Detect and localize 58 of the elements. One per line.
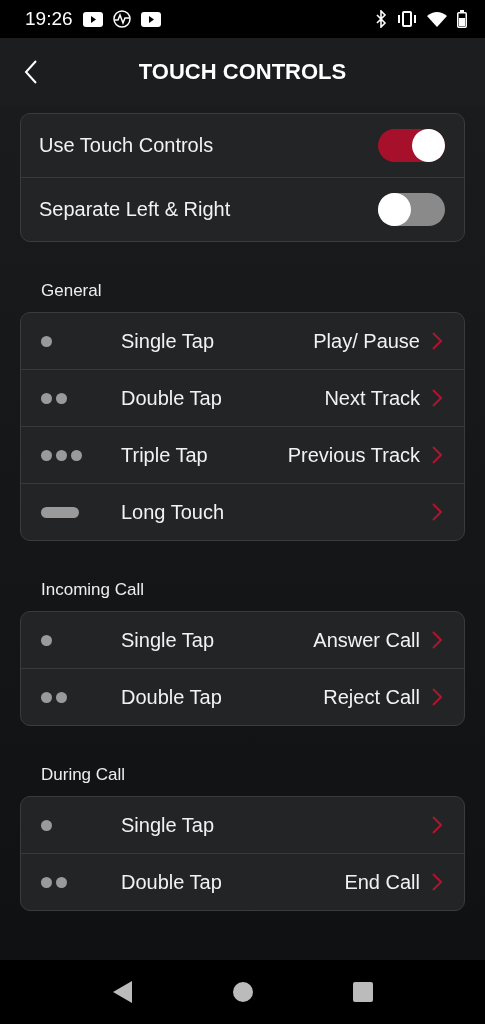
dots-icon bbox=[41, 392, 67, 404]
gesture-row[interactable]: Long Touch bbox=[21, 483, 464, 540]
dot-icon bbox=[41, 335, 52, 347]
long-press-icon bbox=[41, 506, 79, 518]
action-value: Play/ Pause bbox=[313, 329, 420, 353]
dots-icon bbox=[41, 691, 67, 703]
wifi-icon bbox=[427, 11, 447, 27]
setting-label: Separate Left & Right bbox=[39, 198, 232, 221]
play-icon bbox=[140, 11, 161, 27]
toggle-switch[interactable] bbox=[378, 193, 445, 226]
gesture-label: Double Tap bbox=[121, 685, 223, 709]
chevron-right-icon bbox=[432, 332, 442, 350]
chevron-right-icon bbox=[432, 873, 442, 891]
bluetooth-icon bbox=[375, 10, 387, 28]
gesture-row[interactable]: Double Tap End Call bbox=[21, 853, 464, 910]
action-value: Previous Track bbox=[287, 443, 420, 467]
home-nav-icon[interactable] bbox=[232, 982, 253, 1002]
gesture-label: Single Tap bbox=[121, 813, 216, 837]
gesture-row[interactable]: Triple Tap Previous Track bbox=[21, 426, 464, 483]
back-nav-icon[interactable] bbox=[112, 981, 133, 1003]
action-value: Reject Call bbox=[323, 685, 420, 709]
battery-icon bbox=[457, 10, 467, 28]
recents-nav-icon[interactable] bbox=[352, 982, 373, 1002]
dot-icon bbox=[41, 634, 52, 646]
chevron-right-icon bbox=[432, 631, 442, 649]
chevron-right-icon bbox=[432, 389, 442, 407]
dot-icon bbox=[41, 819, 52, 831]
chevron-right-icon bbox=[432, 688, 442, 706]
dots-icon bbox=[41, 449, 82, 461]
back-button[interactable] bbox=[24, 60, 38, 84]
gesture-label: Single Tap bbox=[121, 329, 216, 353]
gesture-row[interactable]: Double Tap Reject Call bbox=[21, 668, 464, 725]
gesture-label: Triple Tap bbox=[121, 443, 209, 467]
section-title: General bbox=[40, 280, 103, 302]
pulse-icon bbox=[112, 10, 131, 28]
play-icon bbox=[82, 11, 103, 27]
toggle-switch[interactable] bbox=[378, 129, 445, 162]
chevron-right-icon bbox=[432, 816, 442, 834]
gesture-row[interactable]: Double Tap Next Track bbox=[21, 369, 464, 426]
gesture-row[interactable]: Single Tap Play/ Pause bbox=[21, 313, 464, 369]
page-title: TOUCH CONTROLS bbox=[138, 59, 347, 85]
chevron-right-icon bbox=[432, 446, 442, 464]
gesture-label: Long Touch bbox=[121, 500, 226, 524]
status-time: 19:26 bbox=[25, 8, 73, 30]
action-value: Next Track bbox=[324, 386, 420, 410]
gesture-label: Single Tap bbox=[121, 628, 216, 652]
gesture-label: Double Tap bbox=[121, 386, 223, 410]
section-title: During Call bbox=[40, 764, 127, 786]
gesture-row[interactable]: Single Tap bbox=[21, 797, 464, 853]
chevron-right-icon bbox=[432, 503, 442, 521]
dots-icon bbox=[41, 876, 67, 888]
action-value: End Call bbox=[344, 870, 420, 894]
vibrate-icon bbox=[397, 11, 417, 27]
gesture-row[interactable]: Single Tap Answer Call bbox=[21, 612, 464, 668]
setting-label: Use Touch Controls bbox=[39, 134, 215, 157]
action-value: Answer Call bbox=[313, 628, 420, 652]
gesture-label: Double Tap bbox=[121, 870, 223, 894]
section-title: Incoming Call bbox=[40, 579, 145, 601]
